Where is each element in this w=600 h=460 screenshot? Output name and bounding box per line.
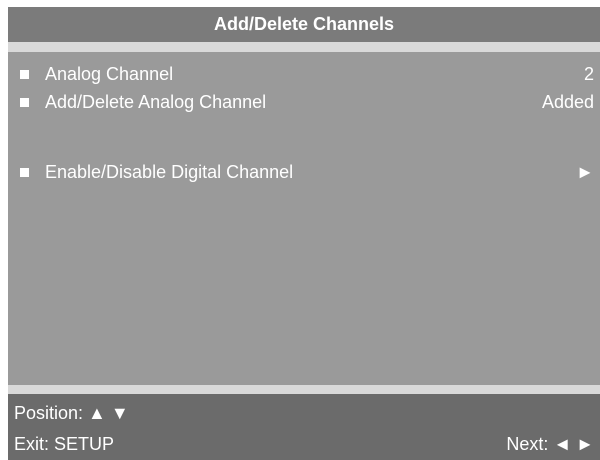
menu-panel: Analog Channel 2 Add/Delete Analog Chann…: [8, 52, 600, 385]
footer-row-navigation: Exit: SETUP Next: ◄ ►: [8, 431, 600, 457]
menu-item-value: Added: [541, 92, 594, 112]
submenu-arrow-icon[interactable]: ►: [576, 159, 594, 185]
exit-hint: Exit: SETUP: [14, 434, 115, 454]
menu-item-value: 2: [583, 64, 594, 84]
square-bullet-icon: [20, 98, 29, 107]
menu-item-enable-disable-digital-channel[interactable]: Enable/Disable Digital Channel ►: [8, 159, 600, 185]
menu-item-label: Enable/Disable Digital Channel: [45, 162, 294, 182]
footer-row-position: Position: ▲ ▼: [8, 400, 600, 426]
help-footer: Position: ▲ ▼ Exit: SETUP Next: ◄ ►: [8, 394, 600, 460]
osd-screen: Add/Delete Channels Analog Channel 2 Add…: [8, 7, 600, 460]
position-hint: Position: ▲ ▼: [14, 403, 129, 423]
menu-item-label: Add/Delete Analog Channel: [45, 92, 267, 112]
menu-item-analog-channel[interactable]: Analog Channel 2: [8, 61, 600, 87]
next-hint: Next: ◄ ►: [506, 434, 594, 454]
menu-item-add-delete-analog-channel[interactable]: Add/Delete Analog Channel Added: [8, 89, 600, 115]
page-title: Add/Delete Channels: [8, 7, 600, 42]
square-bullet-icon: [20, 168, 29, 177]
square-bullet-icon: [20, 70, 29, 79]
menu-item-label: Analog Channel: [45, 64, 174, 84]
